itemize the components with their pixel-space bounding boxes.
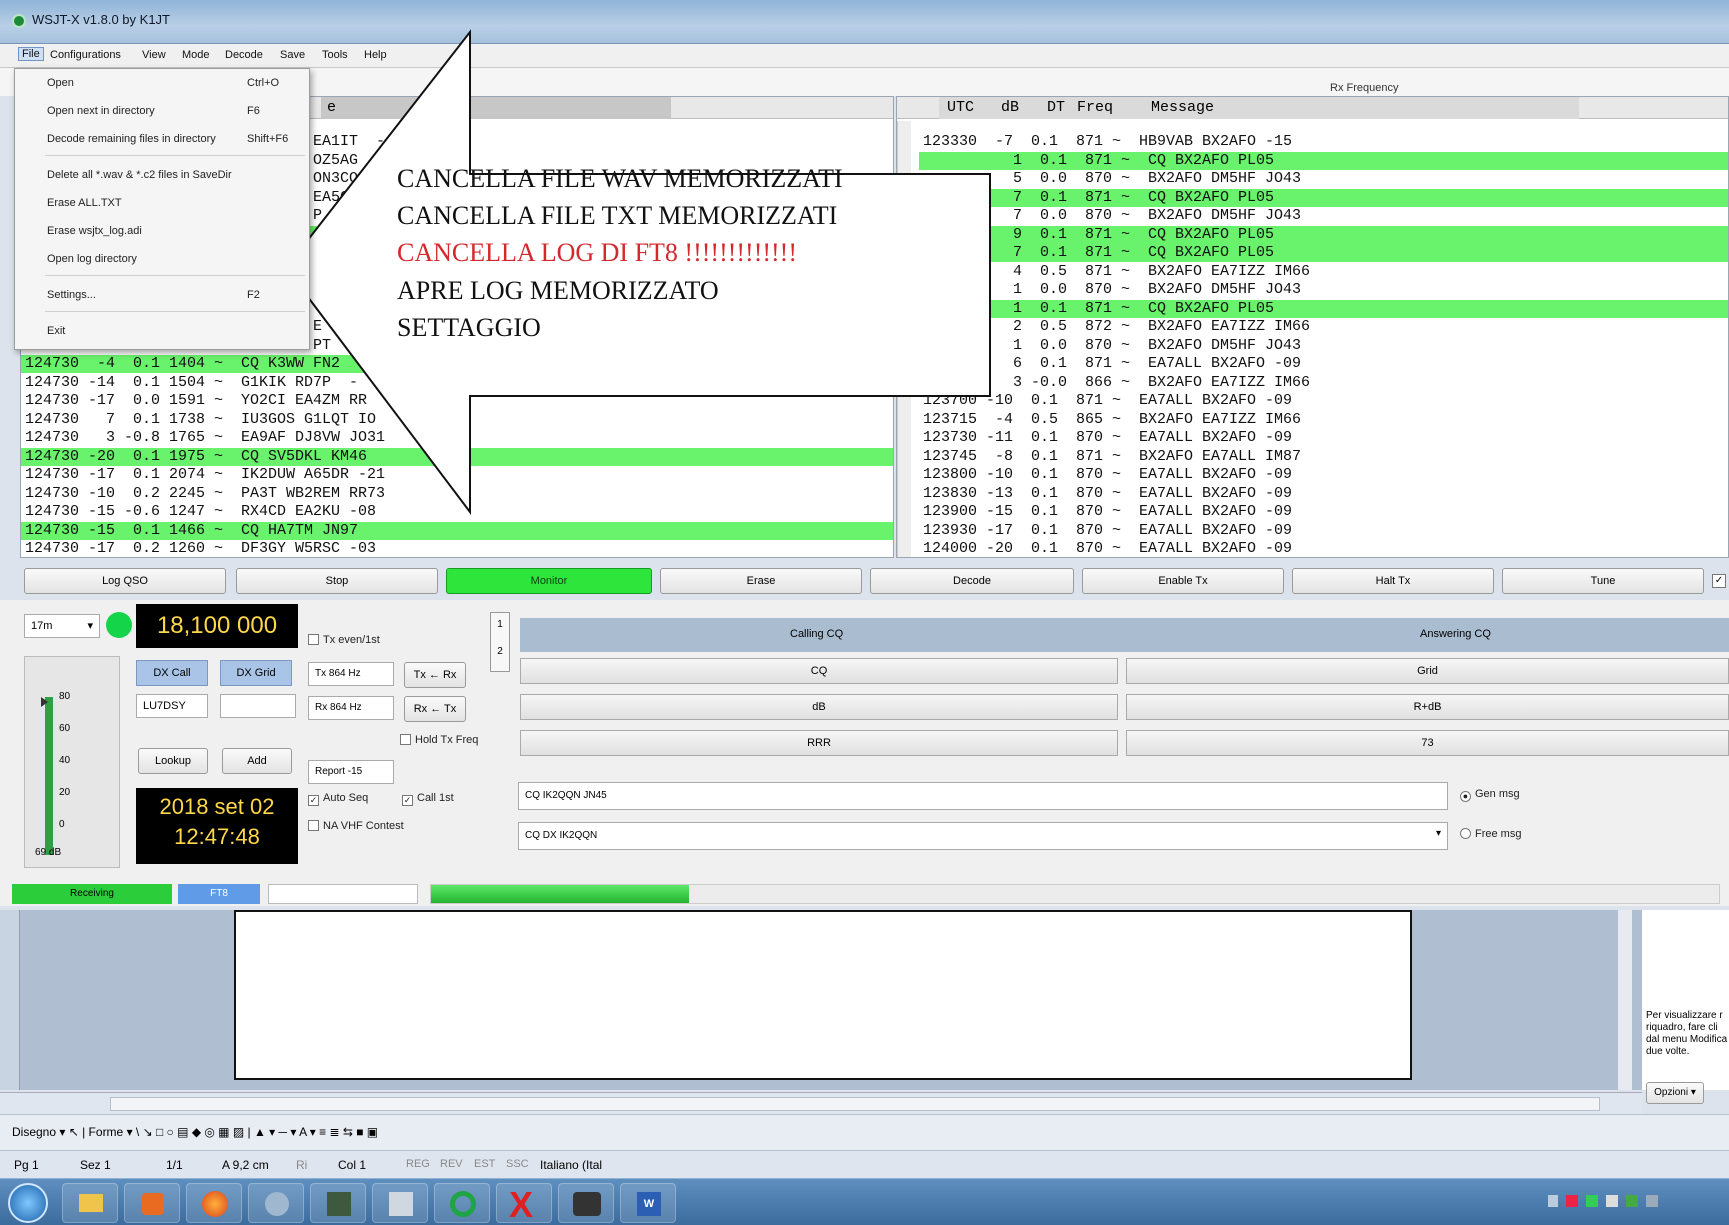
menu-item-decode-remaining[interactable]: Decode remaining files in directory bbox=[47, 133, 216, 145]
shortcut-decode-remaining: Shift+F6 bbox=[247, 133, 289, 145]
menu-separator bbox=[45, 275, 305, 276]
menu-item-open-next[interactable]: Open next in directory bbox=[47, 105, 155, 117]
callout-line-open-log: APRE LOG MEMORIZZATO bbox=[397, 276, 719, 305]
shortcut-open-next: F6 bbox=[247, 105, 260, 117]
menu-separator bbox=[45, 311, 305, 312]
menu-item-open-log-dir[interactable]: Open log directory bbox=[47, 253, 137, 265]
menu-separator bbox=[45, 155, 305, 156]
callout-line-wav: CANCELLA FILE WAV MEMORIZZATI bbox=[397, 164, 843, 193]
callout-line-settings: SETTAGGIO bbox=[397, 313, 541, 342]
menu-item-erase-all-txt[interactable]: Erase ALL.TXT bbox=[47, 197, 122, 209]
menu-item-delete-wav[interactable]: Delete all *.wav & *.c2 files in SaveDir bbox=[47, 169, 232, 181]
menu-item-settings[interactable]: Settings... bbox=[47, 289, 96, 301]
file-menu-dropdown: Open Ctrl+O Open next in directory F6 De… bbox=[14, 68, 310, 350]
shortcut-open: Ctrl+O bbox=[247, 77, 280, 89]
callout-arrow-shape bbox=[284, 29, 991, 515]
callout-line-log: CANCELLA LOG DI FT8 !!!!!!!!!!!!! bbox=[397, 238, 797, 267]
menu-item-erase-log[interactable]: Erase wsjtx_log.adi bbox=[47, 225, 142, 237]
menu-item-exit[interactable]: Exit bbox=[47, 325, 65, 337]
menu-item-open[interactable]: Open bbox=[47, 77, 74, 89]
callout-line-txt: CANCELLA FILE TXT MEMORIZZATI bbox=[397, 201, 838, 230]
shortcut-settings: F2 bbox=[247, 289, 260, 301]
